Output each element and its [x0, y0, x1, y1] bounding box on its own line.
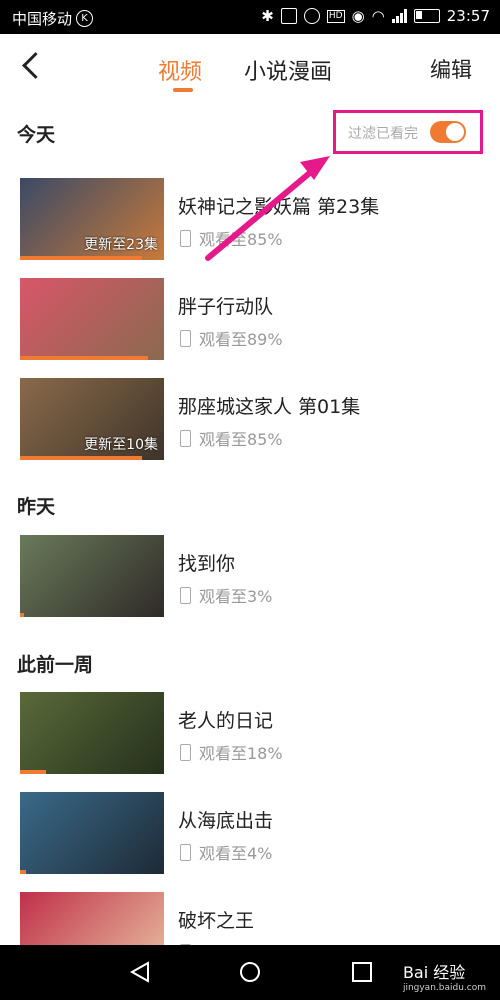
hd-badge: HD — [326, 9, 345, 23]
edit-button[interactable]: 编辑 — [430, 54, 472, 84]
watermark-text: Bai 经验 — [402, 963, 466, 982]
watch-progress-bar — [20, 870, 26, 874]
video-title: 胖子行动队 — [178, 296, 274, 318]
section-title-yesterday: 昨天 — [17, 496, 56, 518]
watermark-url: jingyan.baidu.com — [402, 983, 486, 993]
history-item[interactable]: 老人的日记 观看至18% — [20, 692, 480, 774]
watch-progress-text: 观看至85% — [199, 230, 283, 249]
video-thumbnail — [20, 692, 164, 774]
watch-progress: 观看至3% — [180, 583, 272, 607]
eye-icon: ◉ — [351, 7, 365, 25]
video-thumbnail — [20, 535, 164, 617]
baidu-watermark: Bai 经验 jingyan.baidu.com — [403, 959, 486, 993]
carrier-badge-icon: K — [76, 10, 94, 27]
watch-progress: 观看至18% — [180, 740, 283, 764]
active-tab-indicator — [173, 88, 193, 92]
header: 视频 小说漫画 编辑 — [0, 34, 500, 100]
video-title: 老人的日记 — [178, 710, 274, 732]
back-triangle-icon[interactable] — [128, 960, 152, 984]
video-title: 破坏之王 — [178, 910, 255, 932]
phone-icon — [180, 329, 191, 347]
carrier-name: 中国移动 — [12, 10, 73, 28]
signal-icon — [391, 9, 407, 23]
video-title: 妖神记之影妖篇 第23集 — [178, 196, 380, 218]
home-circle-icon[interactable] — [238, 960, 262, 984]
status-bar: 中国移动 K ✱ HD ◉ ◠ 23:57 — [0, 0, 500, 34]
bluetooth-icon: ✱ — [261, 7, 274, 25]
history-item[interactable]: 更新至23集 妖神记之影妖篇 第23集 观看至85% — [20, 178, 480, 260]
vibrate-icon — [280, 8, 297, 24]
watch-progress: 观看至85% — [180, 426, 283, 450]
video-thumbnail — [20, 278, 164, 360]
history-item[interactable]: 更新至10集 那座城这家人 第01集 观看至85% — [20, 378, 480, 460]
watch-progress: 观看至89% — [180, 326, 283, 350]
toggle-knob — [446, 123, 464, 141]
watch-progress-bar — [20, 356, 149, 360]
recents-square-icon[interactable] — [350, 960, 374, 984]
back-arrow-icon[interactable] — [22, 52, 49, 79]
alarm-icon — [303, 8, 320, 24]
tab-video[interactable]: 视频 — [158, 54, 202, 86]
history-item[interactable]: 找到你 观看至3% — [20, 535, 480, 617]
watch-progress-text: 观看至85% — [199, 430, 283, 449]
video-thumbnail: 更新至10集 — [20, 378, 164, 460]
section-title-past-week: 此前一周 — [17, 654, 94, 676]
watch-progress-bar — [20, 256, 143, 260]
filter-toggle[interactable] — [430, 121, 466, 143]
watch-progress: 观看至85% — [180, 226, 283, 250]
tab-novel-comic[interactable]: 小说漫画 — [244, 54, 332, 86]
battery-icon — [413, 9, 440, 23]
wifi-icon: ◠ — [371, 7, 385, 25]
phone-icon — [180, 429, 191, 447]
watch-progress: 观看至4% — [180, 840, 272, 864]
video-thumbnail — [20, 792, 164, 874]
filter-highlight-box: 过滤已看完 — [333, 110, 483, 154]
watch-progress-text: 观看至89% — [199, 330, 283, 349]
navigation-bar: Bai 经验 jingyan.baidu.com — [0, 945, 500, 1000]
phone-icon — [180, 843, 191, 861]
update-caption: 更新至23集 — [84, 237, 158, 253]
watch-progress-bar — [20, 456, 143, 460]
section-title-today: 今天 — [17, 124, 56, 146]
phone-icon — [180, 743, 191, 761]
video-thumbnail: 更新至23集 — [20, 178, 164, 260]
history-item[interactable]: 从海底出击 观看至4% — [20, 792, 480, 874]
phone-icon — [180, 229, 191, 247]
watch-progress-text: 观看至4% — [199, 844, 273, 863]
phone-icon — [180, 586, 191, 604]
filter-label: 过滤已看完 — [348, 126, 418, 142]
watch-progress-bar — [20, 770, 46, 774]
watch-progress-bar — [20, 613, 25, 617]
video-title: 从海底出击 — [178, 810, 274, 832]
watch-progress-text: 观看至3% — [199, 587, 273, 606]
watch-progress-text: 观看至18% — [199, 744, 283, 763]
video-title: 找到你 — [178, 553, 236, 575]
video-title: 那座城这家人 第01集 — [178, 396, 361, 418]
update-caption: 更新至10集 — [84, 437, 158, 453]
history-item[interactable]: 胖子行动队 观看至89% — [20, 278, 480, 360]
clock: 23:57 — [446, 7, 490, 25]
